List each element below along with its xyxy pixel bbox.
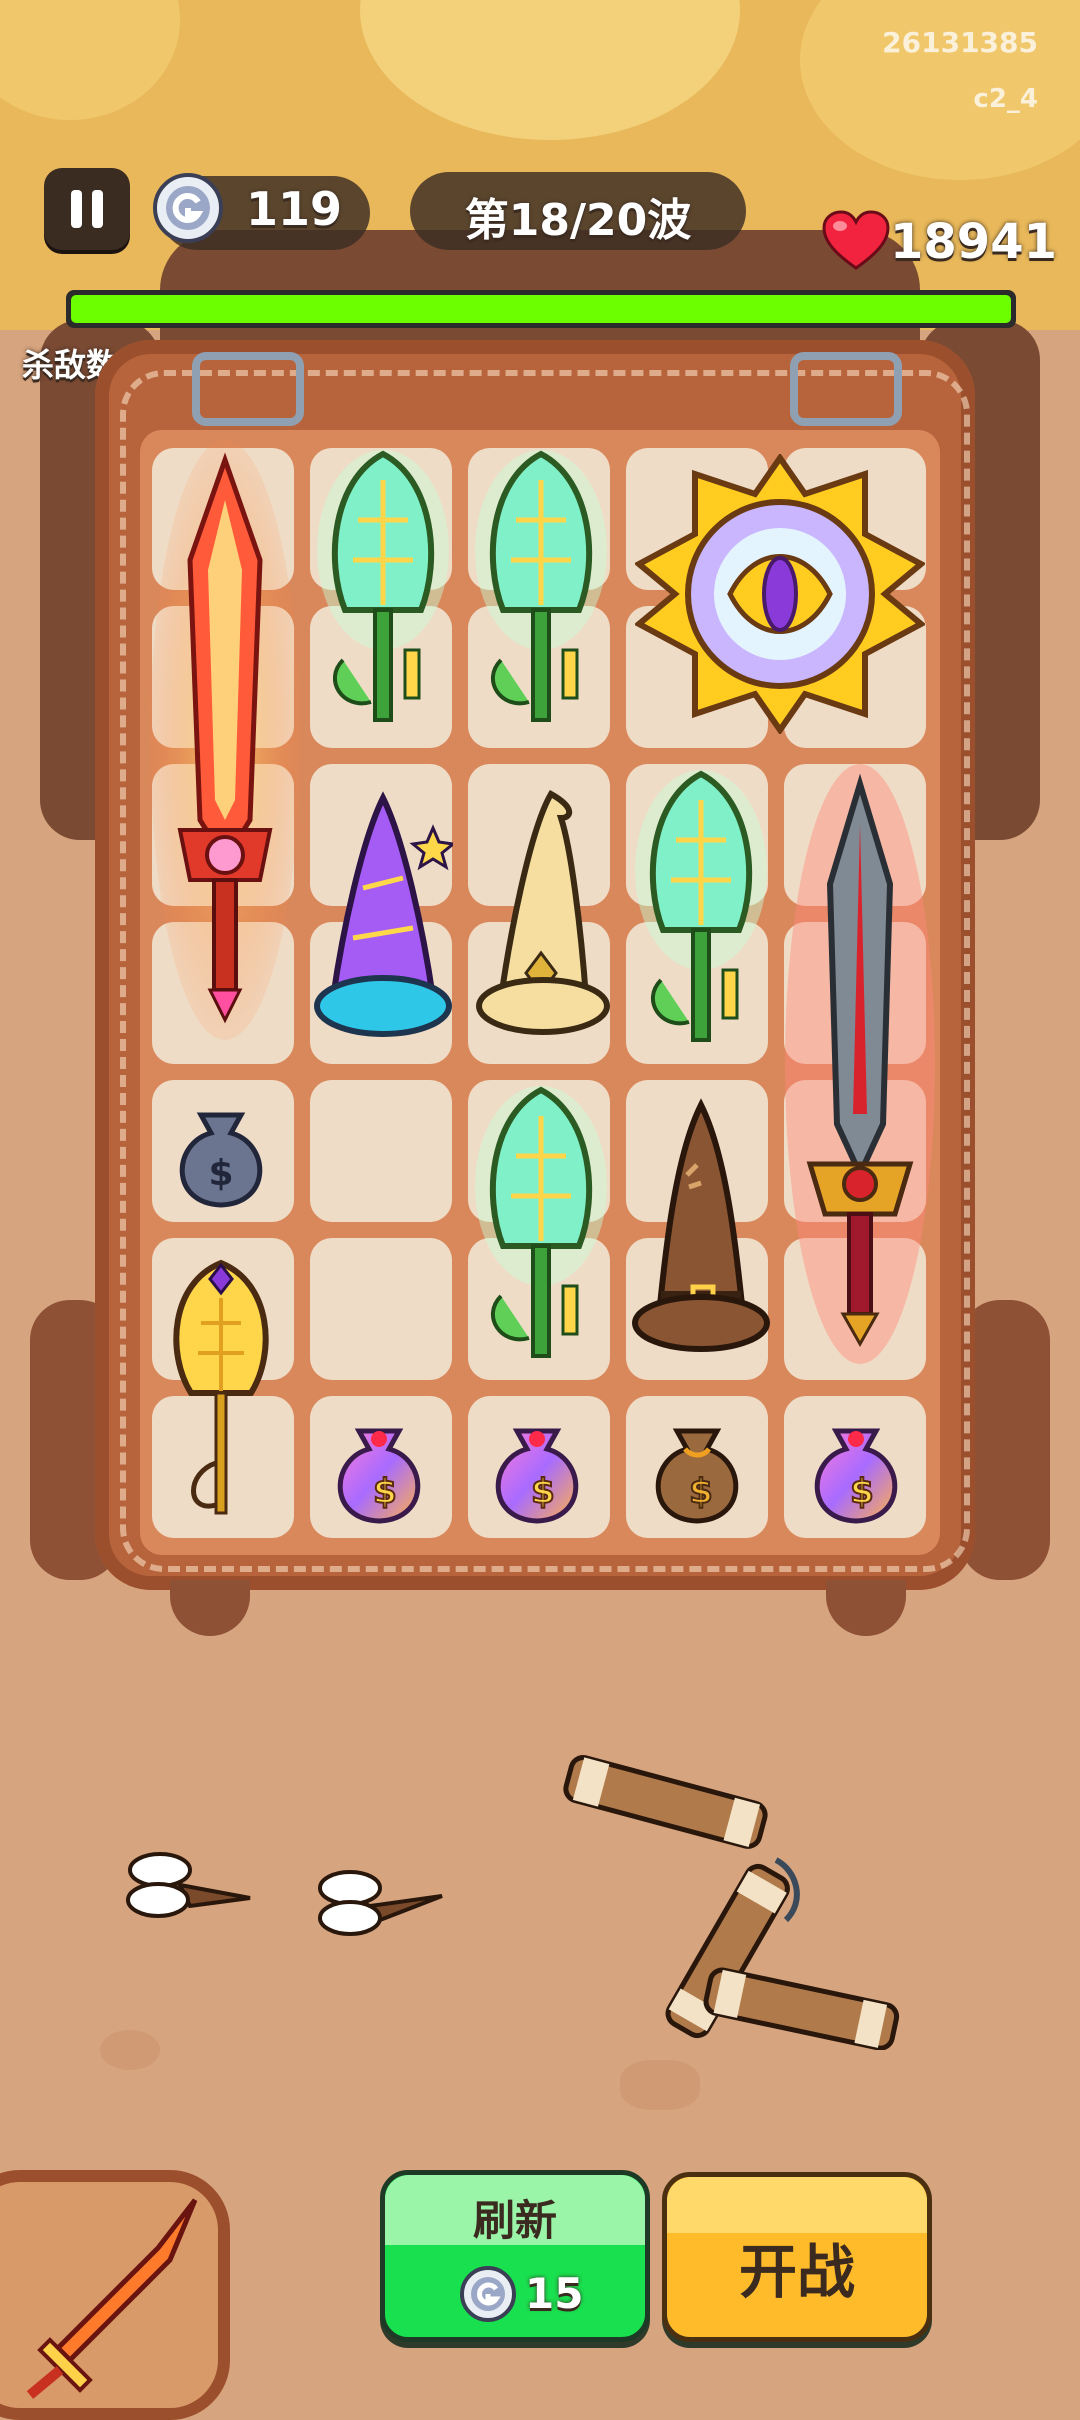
jade-scepter-icon [475, 1086, 607, 1358]
refresh-cost: 15 [525, 2269, 584, 2318]
rainbow-money-bag-item-1[interactable]: $ [308, 1398, 450, 1540]
bag-foot-left [170, 1580, 250, 1636]
purple-wizard-hat-icon [314, 791, 453, 1037]
bag-clip-right [790, 352, 902, 426]
storage-slot[interactable] [0, 2170, 230, 2420]
flame-greatsword-item[interactable] [150, 440, 300, 1040]
refresh-label: 刷新 [472, 2196, 557, 2245]
cream-wizard-hat-icon [476, 789, 610, 1035]
crimson-greatsword-item[interactable] [785, 764, 935, 1364]
rainbow-money-bag-item-3[interactable]: $ [785, 1398, 927, 1540]
level-code-text: c2_4 [973, 84, 1038, 114]
refresh-button[interactable]: 刷新 15 [380, 2170, 650, 2342]
ground-decoration [620, 2060, 700, 2110]
money-bag-icon: $ [495, 1428, 579, 1524]
jade-scepter-item-1[interactable] [308, 440, 458, 740]
svg-text:$: $ [208, 1153, 233, 1194]
nunchaku-icon [563, 1754, 900, 2050]
golden-staff-icon [173, 1259, 269, 1515]
ground-decoration [100, 2030, 160, 2070]
jade-scepter-item-2[interactable] [466, 440, 616, 740]
heart-icon [822, 210, 890, 272]
golden-feather-staff-item[interactable] [150, 1238, 292, 1538]
feathered-dart-icon [126, 1852, 251, 1918]
gray-money-bag-item[interactable]: $ [150, 1082, 292, 1224]
rainbow-money-bag-item-2[interactable]: $ [466, 1398, 608, 1540]
nunchaku-offer[interactable] [556, 1750, 906, 2050]
bag-foot-right [826, 1580, 906, 1636]
money-bag-icon: $ [337, 1428, 421, 1524]
jade-scepter-item-3[interactable] [626, 760, 776, 1060]
storage-sword-icon [20, 2190, 210, 2400]
crimson-sword-icon [785, 764, 935, 1364]
bag-clip-left [192, 352, 304, 426]
jade-scepter-item-4[interactable] [466, 1076, 616, 1376]
dart-offer-2[interactable] [310, 1856, 450, 1946]
jade-scepter-icon [635, 770, 767, 1042]
svg-text:$: $ [373, 1472, 397, 1512]
brown-wizard-hat-item[interactable] [626, 1090, 776, 1370]
feathered-dart-icon [318, 1870, 443, 1936]
jade-scepter-icon [475, 450, 607, 722]
wave-health-bar [66, 290, 1016, 328]
brown-wizard-hat-icon [632, 1098, 770, 1352]
svg-text:$: $ [531, 1472, 555, 1512]
money-bag-icon: $ [814, 1428, 898, 1524]
start-battle-button[interactable]: 开战 [662, 2172, 932, 2342]
golden-shield-item[interactable] [626, 448, 934, 740]
coin-icon [152, 172, 224, 244]
money-bag-icon: $ [655, 1428, 739, 1524]
pause-icon [68, 188, 106, 230]
build-id-text: 26131385 [882, 26, 1038, 59]
svg-text:$: $ [850, 1472, 874, 1512]
coin-icon [459, 2265, 517, 2323]
cream-wizard-hat-item[interactable] [466, 768, 616, 1058]
money-bag-icon: $ [179, 1112, 263, 1208]
svg-text:$: $ [689, 1472, 713, 1512]
pause-button[interactable] [44, 168, 130, 250]
flame-sword-icon [150, 440, 300, 1040]
inventory-cell[interactable] [310, 1080, 452, 1222]
brown-money-bag-item[interactable]: $ [626, 1398, 768, 1540]
jade-scepter-icon [317, 450, 449, 722]
inventory-cell[interactable] [310, 1238, 452, 1380]
wave-health-bar-fill [71, 295, 1011, 323]
start-battle-label: 开战 [738, 2238, 855, 2306]
hp-amount: 18941 [890, 214, 1057, 270]
golden-round-shield-icon [635, 454, 925, 734]
coin-amount: 119 [246, 182, 343, 236]
dart-offer-1[interactable] [120, 1840, 260, 1930]
wave-label: 第18/20波 [464, 195, 692, 246]
purple-wizard-hat-item[interactable] [308, 768, 458, 1058]
